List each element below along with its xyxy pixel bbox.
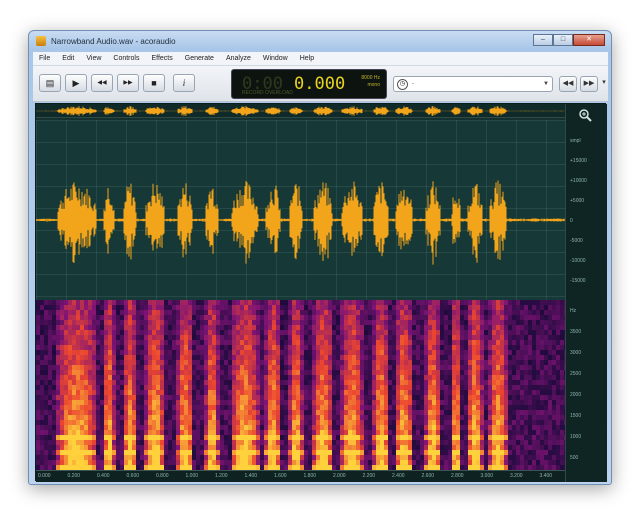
menu-controls[interactable]: Controls: [107, 55, 145, 62]
amplitude-scale-label: -10000: [570, 258, 586, 264]
zoom-icon[interactable]: [578, 108, 592, 122]
time-ruler-label: 2.800: [451, 473, 464, 479]
amplitude-scale-label: smpl: [570, 138, 581, 144]
time-ruler-label: 0.000: [38, 473, 51, 479]
vertical-scale: smpl +15000 +10000 +5000 0 -5000 -10000 -15000 H…: [565, 104, 607, 482]
menu-bar: File Edit View Controls Effects Generate…: [33, 52, 608, 66]
spectrogram: [36, 300, 565, 470]
time-ruler[interactable]: 0.000 0.200 0.400 0.600 0.800 1.000 1.200 1.400…: [36, 470, 565, 482]
frequency-scale-label: 3500: [570, 329, 582, 335]
amplitude-scale-label: +15000: [570, 158, 587, 164]
time-value: 0.000: [294, 74, 346, 94]
time-ruler-label: 1.000: [185, 473, 199, 479]
time-ruler-label: 0.400: [97, 473, 110, 479]
frequency-scale-label: 1000: [570, 434, 582, 440]
time-ruler-label: 2.600: [421, 473, 435, 479]
sample-rate-label: 8000 Hz: [361, 75, 380, 81]
toolbar: ▤ ▶ ◀◀ ▶▶ ■ i 0:00 0.000 8000 Hz mono RE…: [33, 66, 608, 102]
menu-file[interactable]: File: [33, 55, 56, 62]
waveform-panel[interactable]: [36, 120, 565, 300]
time-ruler-label: 1.800: [303, 473, 317, 479]
channels-label: mono: [367, 82, 380, 88]
time-ruler-label: 1.400: [244, 473, 258, 479]
amplitude-scale-label: -15000: [570, 278, 586, 284]
time-ruler-label: 2.400: [392, 473, 405, 479]
title-bar[interactable]: Narrowband Audio.wav - acoraudio – □ ✕: [29, 31, 611, 51]
frequency-scale-label: 1500: [570, 413, 582, 419]
menu-help[interactable]: Help: [294, 55, 320, 62]
frequency-scale-label: Hz: [570, 308, 577, 314]
amplitude-scale-label: +10000: [570, 178, 587, 184]
close-button[interactable]: ✕: [573, 34, 605, 46]
forward-button[interactable]: ▶▶: [580, 76, 598, 92]
menu-generate[interactable]: Generate: [179, 55, 220, 62]
time-ruler-label: 0.800: [156, 473, 169, 479]
app-icon: [36, 36, 46, 46]
position-field[interactable]: ◷ - ▼: [393, 76, 553, 92]
view-toggle-button[interactable]: ▤: [39, 74, 61, 92]
frequency-scale-label: 500: [570, 455, 579, 461]
play-button[interactable]: ▶: [65, 74, 87, 92]
more-button[interactable]: ▾: [600, 76, 608, 92]
time-ruler-label: 0.200: [67, 473, 81, 479]
format-info: 8000 Hz mono: [361, 75, 380, 89]
amplitude-scale-label: -5000: [570, 238, 583, 244]
menu-analyze[interactable]: Analyze: [220, 55, 257, 62]
window-controls: – □ ✕: [533, 34, 605, 46]
overview-waveform: [36, 106, 565, 116]
maximize-button[interactable]: □: [553, 34, 573, 46]
amplitude-scale-label: 0: [570, 218, 573, 224]
waveform: [36, 180, 565, 265]
menu-view[interactable]: View: [80, 55, 107, 62]
back-button[interactable]: ◀◀: [559, 76, 577, 92]
time-ruler-label: 2.200: [362, 473, 376, 479]
fast-forward-button[interactable]: ▶▶: [117, 74, 139, 92]
clock-icon: ◷: [397, 79, 408, 90]
frequency-scale-label: 2500: [570, 371, 582, 377]
time-ruler-label: 3.000: [480, 473, 494, 479]
time-ruler-label: 3.200: [510, 473, 523, 479]
amplitude-scale-label: +5000: [570, 198, 585, 204]
stop-button[interactable]: ■: [143, 74, 165, 92]
frequency-scale-label: 3000: [570, 350, 582, 356]
app-window: Narrowband Audio.wav - acoraudio – □ ✕ F…: [28, 30, 612, 485]
menu-window[interactable]: Window: [257, 55, 294, 62]
frequency-scale-label: 2000: [570, 392, 582, 398]
time-ruler-label: 1.600: [274, 473, 287, 479]
window-title: Narrowband Audio.wav - acoraudio: [51, 36, 176, 46]
time-display: 0:00 0.000 8000 Hz mono RECORD OVERLOAD: [231, 69, 387, 99]
menu-edit[interactable]: Edit: [56, 55, 80, 62]
overview-strip[interactable]: [36, 104, 565, 118]
time-ruler-label: 3.400: [539, 473, 553, 479]
chevron-down-icon[interactable]: ▼: [543, 81, 549, 87]
minimize-button[interactable]: –: [533, 34, 553, 46]
info-button[interactable]: i: [173, 74, 195, 92]
time-ruler-label: 0.600: [126, 473, 140, 479]
audio-editor: 0.000 0.200 0.400 0.600 0.800 1.000 1.200 1.400…: [35, 103, 607, 482]
time-status-label: RECORD OVERLOAD: [242, 90, 293, 96]
rewind-button[interactable]: ◀◀: [91, 74, 113, 92]
time-ruler-label: 1.200: [215, 473, 228, 479]
position-value: -: [412, 81, 414, 87]
menu-effects[interactable]: Effects: [145, 55, 178, 62]
spectrogram-panel[interactable]: [36, 300, 565, 470]
time-ruler-label: 2.000: [333, 473, 346, 479]
